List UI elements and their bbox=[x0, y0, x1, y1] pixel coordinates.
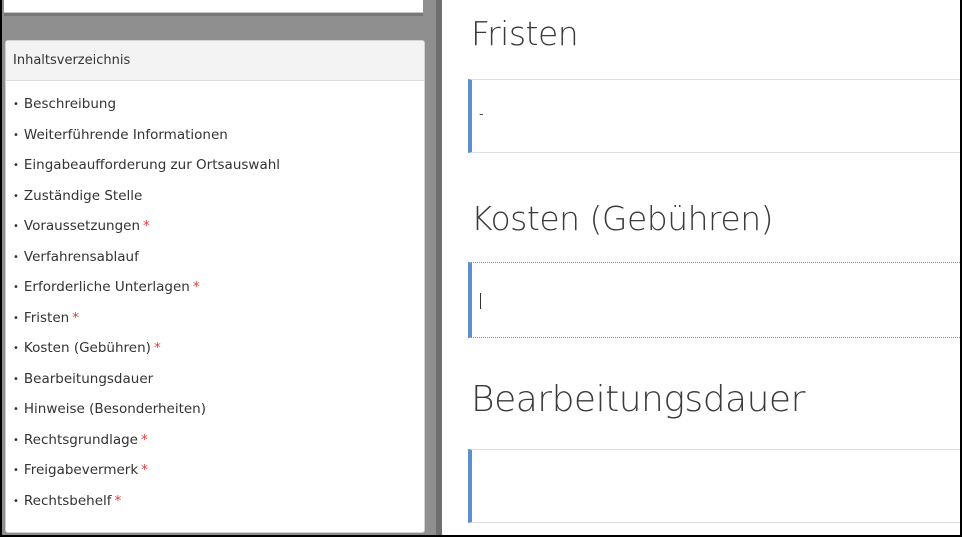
toc-item-rechtsbehelf[interactable]: • Rechtsbehelf * bbox=[13, 490, 424, 521]
toc-item-zustaendige-stelle[interactable]: • Zuständige Stelle bbox=[13, 185, 424, 216]
toc-title: Inhaltsverzeichnis bbox=[6, 41, 424, 81]
required-marker: * bbox=[114, 492, 122, 509]
content-area: Fristen - Kosten (Gebühren) Bearbeitungs… bbox=[442, 0, 960, 535]
required-marker: * bbox=[143, 218, 150, 234]
toc-item-erforderliche-unterlagen[interactable]: • Erforderliche Unterlagen * bbox=[13, 276, 424, 307]
required-marker: * bbox=[192, 279, 200, 295]
toc-item-label[interactable]: Zuständige Stelle bbox=[24, 188, 142, 204]
toc-item-bearbeitungsdauer[interactable]: • Bearbeitungsdauer bbox=[13, 368, 424, 399]
fristen-field[interactable]: - bbox=[468, 79, 960, 153]
toc-item-label[interactable]: Eingabeaufforderung zur Ortsauswahl bbox=[24, 157, 280, 173]
bullet-icon: • bbox=[13, 343, 19, 354]
toc-item-label[interactable]: Hinweise (Besonderheiten) bbox=[24, 401, 206, 417]
toc-item-label[interactable]: Kosten (Gebühren) bbox=[24, 340, 151, 356]
bullet-icon: • bbox=[13, 434, 19, 446]
kosten-field[interactable] bbox=[468, 262, 960, 338]
top-panel-edge bbox=[4, 0, 423, 13]
bullet-icon: • bbox=[13, 99, 19, 110]
toc-item-label[interactable]: Bearbeitungsdauer bbox=[24, 371, 153, 387]
left-column: Inhaltsverzeichnis • Beschreibung • Weiter… bbox=[2, 0, 436, 535]
required-marker: * bbox=[141, 462, 148, 478]
top-panel-shadow bbox=[4, 13, 423, 16]
toc-item-fristen[interactable]: • Fristen * bbox=[13, 307, 424, 338]
bullet-icon: • bbox=[13, 221, 19, 232]
section-title-fristen: Fristen bbox=[471, 14, 579, 53]
bullet-icon: • bbox=[13, 160, 19, 171]
toc-item-label[interactable]: Erforderliche Unterlagen bbox=[24, 279, 190, 295]
toc-item-label[interactable]: Verfahrensablauf bbox=[24, 249, 139, 265]
section-title-kosten: Kosten (Gebühren) bbox=[471, 199, 774, 238]
toc-item-kosten[interactable]: • Kosten (Gebühren) * bbox=[13, 337, 424, 368]
bullet-icon: • bbox=[13, 190, 19, 202]
required-marker: * bbox=[153, 340, 161, 356]
toc-item-voraussetzungen[interactable]: • Voraussetzungen * bbox=[13, 215, 424, 246]
toc-item-weiterfuehrende-informationen[interactable]: • Weiterführende Informationen bbox=[13, 124, 424, 155]
toc-item-label[interactable]: Rechtsgrundlage bbox=[24, 432, 138, 448]
bullet-icon: • bbox=[13, 465, 19, 476]
bullet-icon: • bbox=[13, 312, 19, 324]
required-marker: * bbox=[72, 309, 79, 326]
toc-item-label[interactable]: Fristen bbox=[24, 310, 69, 326]
text-cursor bbox=[480, 293, 481, 309]
toc-item-label[interactable]: Freigabevermerk bbox=[24, 462, 138, 478]
toc-item-label[interactable]: Beschreibung bbox=[24, 96, 116, 112]
bullet-icon: • bbox=[13, 251, 19, 263]
bullet-icon: • bbox=[13, 373, 19, 385]
toc-item-label[interactable]: Rechtsbehelf bbox=[24, 493, 112, 509]
fristen-value: - bbox=[479, 107, 484, 122]
required-marker: * bbox=[141, 431, 148, 448]
toc-item-label[interactable]: Weiterführende Informationen bbox=[24, 127, 228, 143]
bullet-icon: • bbox=[13, 129, 19, 141]
toc-item-beschreibung[interactable]: • Beschreibung bbox=[13, 93, 424, 124]
section-title-bearbeitungsdauer: Bearbeitungsdauer bbox=[471, 379, 805, 420]
bullet-icon: • bbox=[13, 404, 19, 415]
toc-item-ortsauswahl[interactable]: • Eingabeaufforderung zur Ortsauswahl bbox=[13, 154, 424, 185]
bearbeitungsdauer-field[interactable] bbox=[468, 449, 960, 523]
toc-item-label[interactable]: Voraussetzungen bbox=[24, 218, 140, 234]
toc-item-freigabevermerk[interactable]: • Freigabevermerk * bbox=[13, 459, 424, 490]
toc-item-hinweise[interactable]: • Hinweise (Besonderheiten) bbox=[13, 398, 424, 429]
toc-panel: Inhaltsverzeichnis • Beschreibung • Weiter… bbox=[5, 40, 425, 533]
toc-item-rechtsgrundlage[interactable]: • Rechtsgrundlage * bbox=[13, 429, 424, 460]
bullet-icon: • bbox=[13, 495, 19, 507]
toc-list: • Beschreibung • Weiterführende Informatio… bbox=[6, 81, 424, 520]
bullet-icon: • bbox=[13, 282, 19, 293]
editor-frame: Inhaltsverzeichnis • Beschreibung • Weiter… bbox=[2, 0, 960, 535]
toc-item-verfahrensablauf[interactable]: • Verfahrensablauf bbox=[13, 246, 424, 277]
